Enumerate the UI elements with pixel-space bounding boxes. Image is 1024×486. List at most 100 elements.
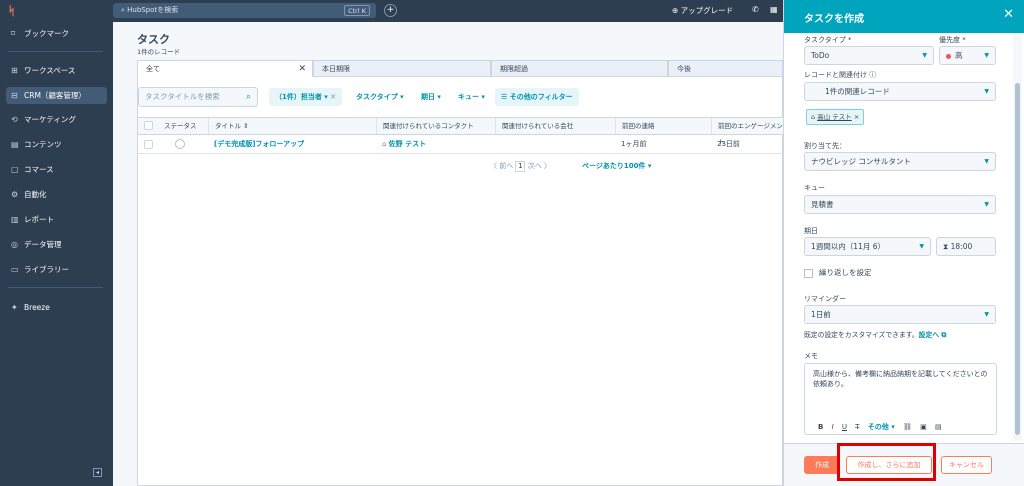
- cancel-button[interactable]: キャンセル: [941, 456, 992, 474]
- hubspot-logo-icon[interactable]: ᛋ: [8, 4, 22, 18]
- sidebar-item-workspace[interactable]: ⊞ ワークスペース: [6, 62, 107, 79]
- sidebar-item-breeze[interactable]: ✦ Breeze: [6, 299, 107, 316]
- queue-label: キュー: [804, 184, 825, 192]
- tab-upcoming[interactable]: 今後: [668, 60, 783, 77]
- remove-tag-icon[interactable]: ×: [854, 113, 859, 121]
- create-button[interactable]: 作成: [804, 456, 840, 474]
- sidebar-item-label: コマース: [24, 165, 54, 174]
- annotation-highlight-box: [837, 443, 936, 481]
- priority-select[interactable]: 高 ▼: [939, 46, 996, 65]
- record-association-value: 1件の関連レコード: [825, 87, 890, 96]
- sidebar-item-marketing[interactable]: ⟲ マーケティング: [6, 111, 107, 128]
- repeat-checkbox-box[interactable]: [804, 268, 813, 278]
- close-icon[interactable]: ✕: [1003, 7, 1014, 22]
- select-all-checkbox[interactable]: [144, 121, 153, 130]
- search-icon[interactable]: ⌕: [246, 88, 251, 106]
- snippet-icon[interactable]: ▤: [935, 423, 942, 431]
- sidebar: ⌑ ブックマーク ⊞ ワークスペース ⊟ CRM（顧客管理） ⟲ マーケティング ▤ コン…: [0, 22, 113, 486]
- sidebar-item-data-management[interactable]: ◎ データ管理: [6, 236, 107, 253]
- task-status-toggle[interactable]: [175, 139, 185, 149]
- sidebar-divider: [8, 287, 103, 288]
- strikethrough-icon[interactable]: T̶: [855, 423, 859, 431]
- marketplace-icon[interactable]: ▦: [770, 5, 778, 14]
- settings-link[interactable]: 設定へ ⧉: [919, 331, 947, 339]
- next-page-button[interactable]: 次へ 〉: [528, 162, 551, 170]
- table-row[interactable]: [デモ完成版]フォローアップ ⌂ 佐野 テスト 1ヶ月前 23日前: [138, 135, 784, 154]
- tab-overdue[interactable]: 期限超過: [491, 60, 668, 77]
- upgrade-link[interactable]: ⊕ アップグレード: [672, 5, 733, 16]
- more-formatting-dropdown[interactable]: その他 ▾: [868, 423, 895, 431]
- filter-queue[interactable]: キュー ▾: [452, 88, 491, 106]
- close-tab-icon[interactable]: ✕: [298, 61, 306, 78]
- sidebar-item-automation[interactable]: ⚙ 自動化: [6, 186, 107, 203]
- due-time-input[interactable]: ⧗ 18:00: [936, 237, 996, 256]
- create-new-button[interactable]: +: [384, 4, 397, 17]
- sidebar-item-reports[interactable]: ▥ レポート: [6, 211, 107, 228]
- contact-link[interactable]: 佐野 テスト: [389, 140, 426, 148]
- collapse-sidebar-button[interactable]: ◂: [93, 468, 102, 477]
- queue-select[interactable]: 見積書 ▼: [804, 195, 996, 214]
- task-search-input[interactable]: タスクタイトルを検索 ⌕: [138, 87, 258, 107]
- tab-due-today[interactable]: 本日期限: [313, 60, 491, 77]
- memo-editor[interactable]: 高山様から、備考欄に納品納期を記載してくださいとの依頼あり。 B I U T̶ …: [804, 363, 997, 435]
- task-title-link[interactable]: [デモ完成版]フォローアップ: [214, 135, 304, 154]
- repeat-checkbox[interactable]: 繰り返しを設定: [804, 267, 872, 278]
- link-icon[interactable]: ⛓: [903, 423, 912, 431]
- column-header-company[interactable]: 関連付けられている会社: [495, 118, 614, 134]
- italic-icon[interactable]: I: [832, 423, 834, 431]
- tab-all[interactable]: 全て ✕: [137, 60, 313, 77]
- drawer-header: タスクを作成 ✕: [784, 0, 1024, 33]
- view-tabs: 全て ✕ 本日期限 期限超過 今後: [137, 60, 783, 77]
- sidebar-item-bookmarks[interactable]: ⌑ ブックマーク: [6, 25, 107, 42]
- associated-record-name[interactable]: 高山 テスト: [817, 113, 852, 121]
- filter-task-type[interactable]: タスクタイプ ▾: [350, 88, 410, 106]
- phone-icon[interactable]: ✆: [752, 5, 759, 14]
- sidebar-item-commerce[interactable]: ▢ コマース: [6, 161, 107, 178]
- reminder-select[interactable]: 1日前 ▼: [804, 305, 996, 324]
- column-header-title[interactable]: タイトル ⇕: [208, 118, 368, 134]
- global-search-input[interactable]: ⌕ HubSpotを検索 Ctrl K: [113, 3, 376, 18]
- sidebar-item-crm[interactable]: ⊟ CRM（顧客管理）: [6, 87, 107, 104]
- chevron-down-icon: ▼: [984, 158, 989, 165]
- memo-label: メモ: [804, 352, 818, 360]
- remove-filter-icon[interactable]: ✕: [330, 93, 336, 101]
- chevron-down-icon: ▼: [984, 311, 989, 318]
- task-type-value: ToDo: [811, 51, 830, 60]
- bold-icon[interactable]: B: [818, 423, 823, 431]
- reminder-label: リマインダー: [804, 295, 846, 303]
- row-checkbox[interactable]: [144, 140, 153, 149]
- prev-page-button[interactable]: 〈 前へ: [490, 162, 513, 170]
- task-type-select[interactable]: ToDo ▼: [804, 46, 934, 65]
- drawer-scrollbar[interactable]: [1013, 33, 1022, 441]
- sidebar-item-library[interactable]: ▭ ライブラリー: [6, 261, 107, 278]
- due-date-select[interactable]: 1週間以内（11月 6） ▼: [804, 237, 931, 256]
- memo-text[interactable]: 高山様から、備考欄に納品納期を記載してくださいとの依頼あり。: [813, 369, 991, 389]
- tab-label: 今後: [677, 65, 691, 73]
- record-association-select[interactable]: 1件の関連レコード ▼: [804, 82, 996, 101]
- tab-label: 期限超過: [500, 65, 528, 73]
- column-header-contact[interactable]: 関連付けられているコンタクト: [376, 118, 494, 134]
- associated-record-tag[interactable]: ⌂ 高山 テスト ×: [806, 109, 865, 125]
- clock-icon: ⧗: [943, 242, 951, 251]
- filter-assignee[interactable]: （1件）担当者 ▾ ✕: [269, 88, 343, 106]
- queue-value: 見積書: [811, 200, 834, 209]
- image-icon[interactable]: ▣: [920, 423, 927, 431]
- scrollbar-thumb[interactable]: [1015, 83, 1020, 435]
- sidebar-item-label: CRM（顧客管理）: [24, 91, 86, 100]
- due-time-value: 18:00: [950, 242, 973, 251]
- column-header-last-contacted[interactable]: 前回の連絡: [615, 118, 710, 134]
- memo-toolbar: B I U T̶ その他 ▾ ⛓ ▣ ▤: [818, 422, 948, 432]
- contact-cell[interactable]: ⌂ 佐野 テスト: [382, 135, 426, 154]
- current-page[interactable]: 1: [515, 161, 526, 172]
- sidebar-item-label: Breeze: [24, 303, 50, 312]
- assignee-select[interactable]: ナウビレッジ コンサルタント ▼: [804, 152, 996, 171]
- underline-icon[interactable]: U: [842, 423, 847, 431]
- column-header-last-engagement[interactable]: 前回のエンゲージメント: [711, 118, 784, 146]
- sidebar-item-content[interactable]: ▤ コンテンツ: [6, 136, 107, 153]
- commerce-icon: ▢: [11, 165, 19, 174]
- column-header-status[interactable]: ステータス: [158, 118, 201, 134]
- more-filters-button[interactable]: ☰ その他のフィルター: [495, 88, 579, 106]
- create-task-drawer: タスクを作成 ✕ タスクタイプ * ToDo ▼ 優先度 * 高 ▼ レコードと関連…: [783, 0, 1024, 486]
- per-page-select[interactable]: ページあたり100件 ▾: [582, 161, 651, 171]
- filter-due-date[interactable]: 期日 ▾: [415, 88, 447, 106]
